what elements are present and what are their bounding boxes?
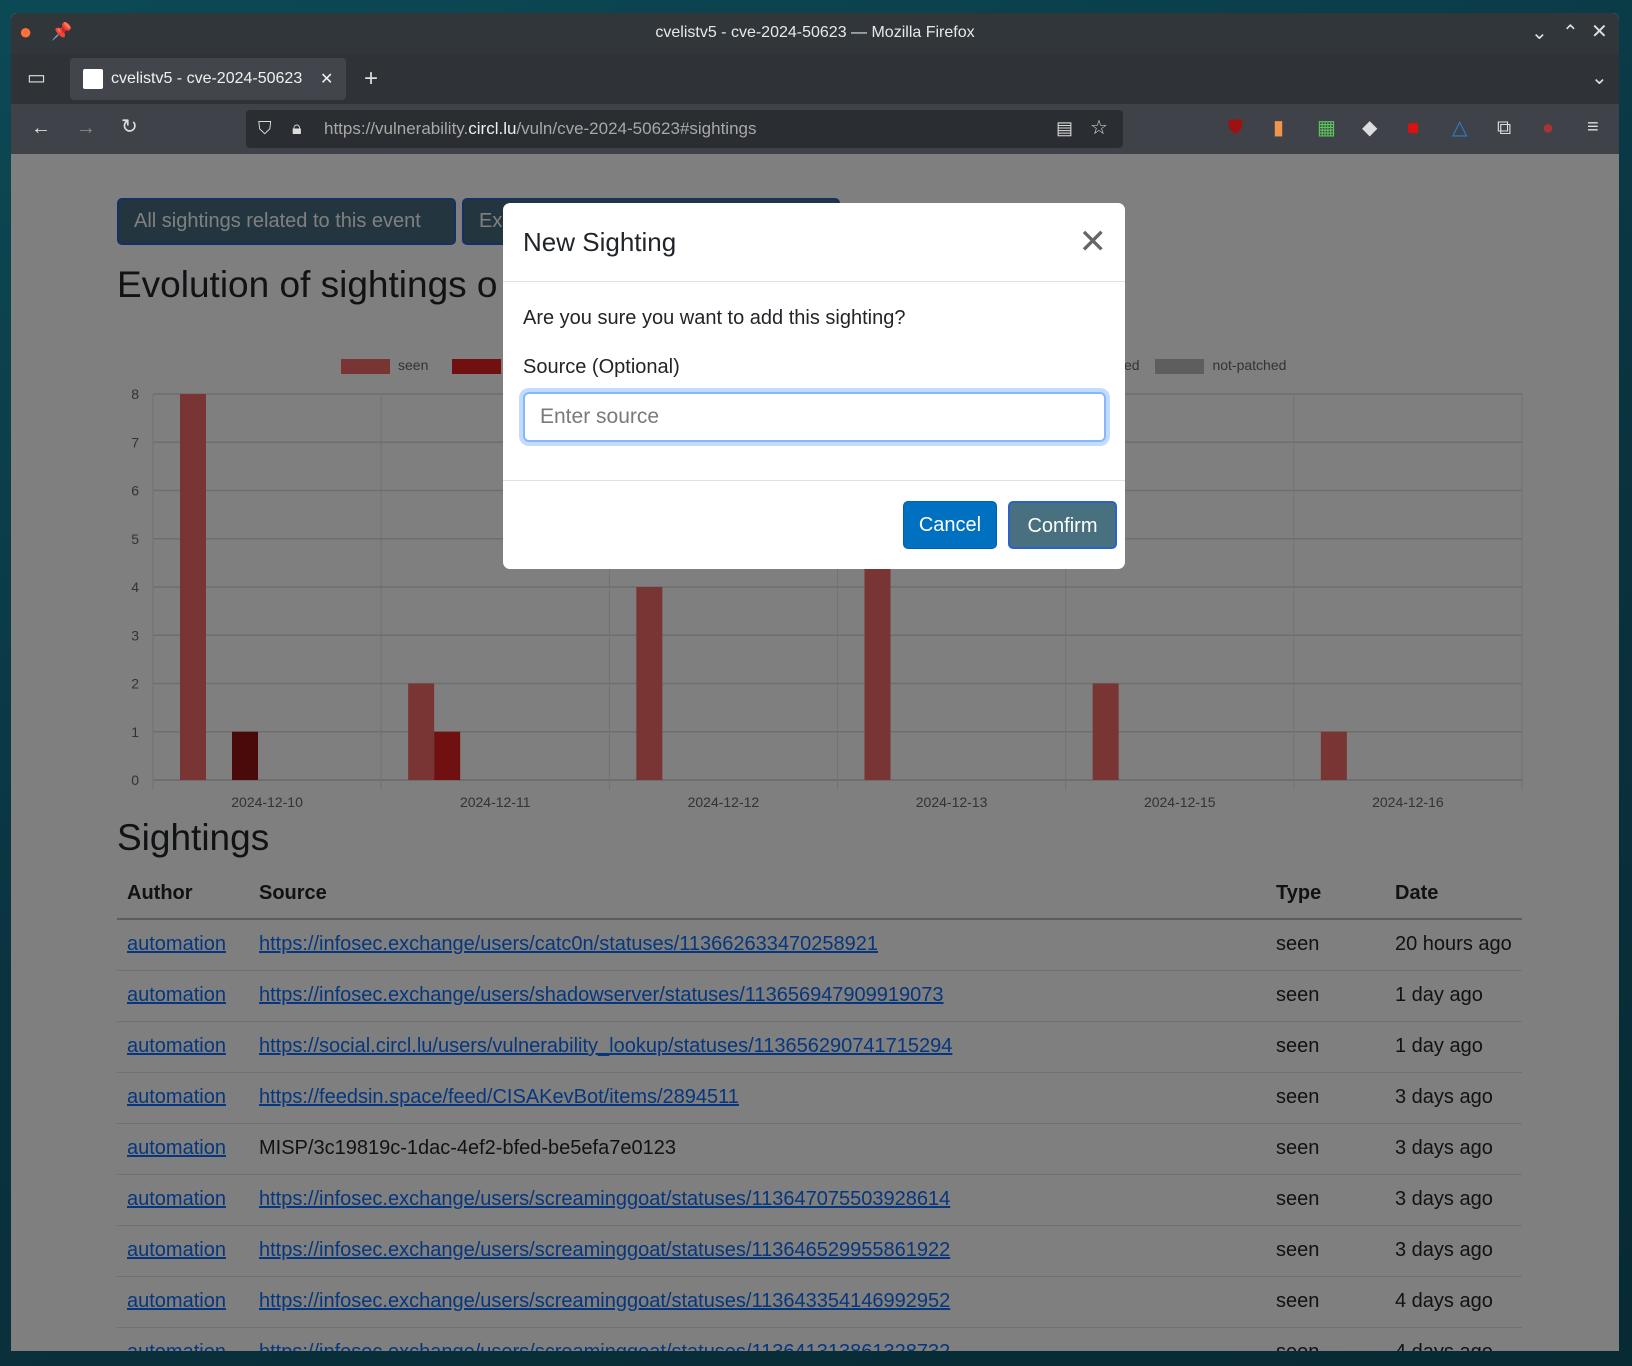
favicon-icon	[83, 69, 103, 89]
modal-header: New Sighting ✕	[503, 203, 1125, 282]
maximize-icon[interactable]: ⌃	[1562, 23, 1579, 43]
shield-icon[interactable]: ⛉	[258, 119, 272, 137]
url-bar[interactable]: ⛉ 🔒︎ https://vulnerability.circl.lu/vuln…	[246, 110, 1123, 148]
cancel-button[interactable]: Cancel	[903, 501, 997, 549]
forward-icon[interactable]: →	[76, 118, 96, 138]
extension-red-icon[interactable]: ■	[1407, 118, 1419, 138]
modal-title: New Sighting	[523, 227, 677, 257]
minimize-icon[interactable]: ⌄	[1531, 23, 1548, 43]
new-tab-icon[interactable]: +	[364, 67, 378, 91]
extensions-icon[interactable]: ⧉	[1497, 118, 1511, 138]
modal-footer-divider	[503, 480, 1125, 481]
browser-window: ● 📌 cvelistv5 - cve-2024-50623 — Mozilla…	[11, 13, 1619, 1351]
modal-backdrop[interactable]: New Sighting ✕ Are you sure you want to …	[11, 154, 1619, 1351]
source-input[interactable]	[523, 392, 1106, 442]
modal-question: Are you sure you want to add this sighti…	[523, 307, 906, 329]
bookmark-star-icon[interactable]: ☆	[1090, 118, 1108, 138]
nav-bar: ← → ↻ ⛉ 🔒︎ https://vulnerability.circl.l…	[11, 104, 1619, 154]
tab-close-icon[interactable]: ✕	[320, 69, 333, 89]
tab-overview-icon[interactable]: ▭	[27, 68, 46, 88]
tab-list-icon[interactable]: ⌄	[1591, 68, 1608, 88]
tab-bar: ▭ cvelistv5 - cve-2024-50623 ✕ + ⌄	[11, 54, 1619, 104]
tab-title: cvelistv5 - cve-2024-50623	[111, 70, 303, 87]
lock-icon[interactable]: 🔒︎	[292, 119, 302, 137]
back-icon[interactable]: ←	[31, 118, 51, 138]
extension-green-icon[interactable]: ▦	[1317, 118, 1336, 138]
extension-dog-icon[interactable]: ◆	[1362, 118, 1377, 138]
modal-close-icon[interactable]: ✕	[1079, 225, 1108, 259]
window-title: cvelistv5 - cve-2024-50623 — Mozilla Fir…	[655, 24, 975, 41]
reload-icon[interactable]: ↻	[121, 117, 138, 137]
new-sighting-modal: New Sighting ✕ Are you sure you want to …	[503, 203, 1125, 569]
reader-view-icon[interactable]: ▤	[1056, 119, 1073, 137]
ublock-icon[interactable]: ⛊	[1228, 118, 1243, 138]
title-bar: ● 📌 cvelistv5 - cve-2024-50623 — Mozilla…	[11, 13, 1619, 54]
extension-blue-icon[interactable]: △	[1452, 118, 1467, 138]
close-window-icon[interactable]: ✕	[1591, 22, 1608, 42]
confirm-button[interactable]: Confirm	[1008, 501, 1117, 549]
extension-orange-icon[interactable]: ▮	[1273, 118, 1284, 138]
menu-icon[interactable]: ≡	[1587, 117, 1599, 137]
tab-active[interactable]: cvelistv5 - cve-2024-50623 ✕	[70, 58, 346, 100]
source-label: Source (Optional)	[523, 356, 680, 378]
url-text: https://vulnerability.circl.lu/vuln/cve-…	[324, 119, 757, 138]
profile-avatar-icon[interactable]: ●	[1542, 118, 1554, 138]
